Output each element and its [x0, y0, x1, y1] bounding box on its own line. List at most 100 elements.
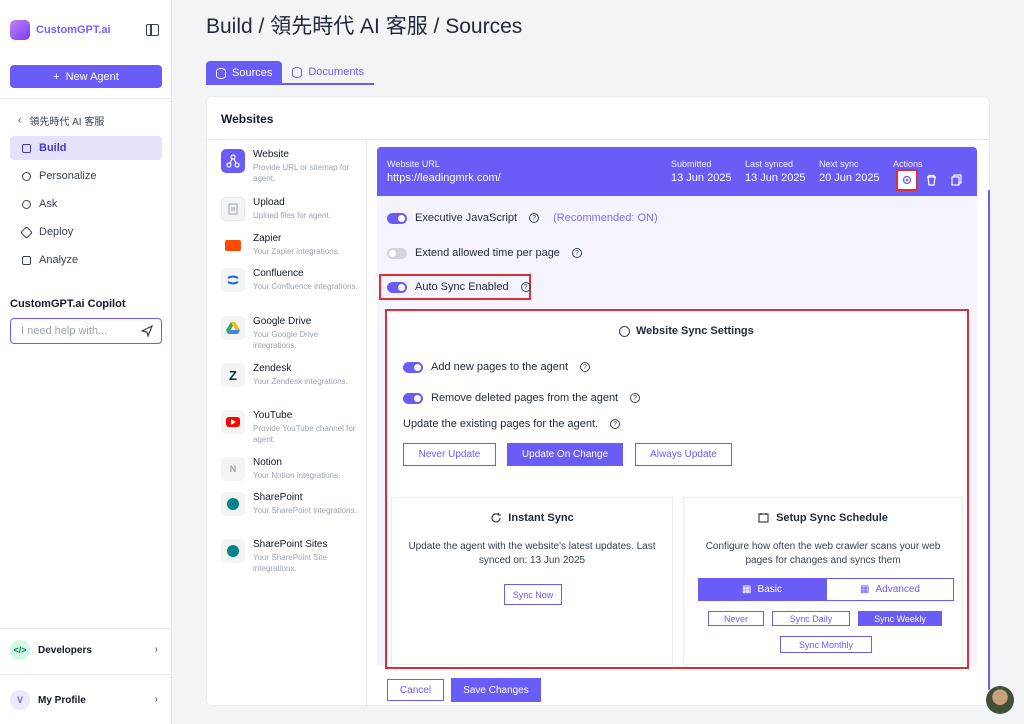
sidebar-item-ask[interactable]: Ask [10, 192, 162, 216]
exec-js-toggle[interactable] [387, 212, 407, 224]
help-icon[interactable]: ? [580, 362, 590, 372]
always-update-button[interactable]: Always Update [635, 443, 732, 466]
instant-sync-desc: Update the agent with the website's late… [408, 541, 656, 566]
sharepoint-sites-icon [221, 539, 245, 563]
zendesk-icon: Z [221, 363, 245, 387]
source-sharepoint[interactable]: SharePoint Your SharePoint integrations. [221, 492, 361, 516]
help-icon[interactable]: ? [520, 282, 531, 292]
submitted-col: Submitted 13 Jun 2025 [671, 159, 732, 184]
sync-settings-header: Website Sync Settings Add new pages to t… [387, 311, 967, 487]
sync-schedule-desc: Configure how often the web crawler scan… [705, 541, 941, 566]
tab-sources[interactable]: Sources [206, 61, 283, 85]
schedule-mode-advanced[interactable]: ▦ Advanced [826, 578, 954, 601]
source-google-drive[interactable]: Google Drive Your Google Drive integratio… [221, 316, 361, 351]
schedule-mode-basic[interactable]: ▦ Basic [698, 578, 826, 601]
plus-icon: + [53, 70, 60, 83]
source-zendesk[interactable]: Z Zendesk Your Zendesk integrations. [221, 363, 361, 387]
instant-sync-title: Instant Sync [392, 512, 672, 524]
next-sync-col: Next sync 20 Jun 2025 [819, 159, 880, 184]
source-confluence[interactable]: Confluence Your Confluence integrations. [221, 268, 361, 292]
update-on-change-button[interactable]: Update On Change [507, 443, 623, 466]
notion-icon: N [221, 457, 245, 481]
url-label: Website URL [387, 159, 440, 169]
source-upload[interactable]: Upload Upload files for agent. [221, 197, 361, 221]
source-notion[interactable]: N Notion Your Notion integrations. [221, 457, 361, 481]
source-youtube[interactable]: YouTube Provide YouTube channel for agent… [221, 410, 361, 445]
sync-never-option[interactable]: Never [708, 611, 764, 626]
source-name: Google Drive [253, 316, 312, 327]
developers-item[interactable]: </> Developers › [10, 638, 162, 662]
exec-js-label: Executive JavaScript [415, 212, 518, 224]
website-settings-panel: Website URL https://leadingmrk.com/ Subm… [377, 147, 977, 703]
last-synced-label: Last synced [745, 159, 794, 169]
chart-icon [22, 255, 31, 265]
never-update-button[interactable]: Never Update [403, 443, 496, 466]
source-name: SharePoint [253, 492, 303, 503]
tab-label: Documents [308, 66, 364, 78]
add-new-row: Add new pages to the agent ? [403, 361, 590, 373]
code-icon: </> [10, 640, 30, 660]
sidebar-item-label: Ask [39, 198, 58, 210]
tabs: Sources Documents [206, 61, 374, 85]
source-website[interactable]: Website Provide URL or sitemap for agent. [221, 149, 361, 184]
last-synced-date: 13 Jun 2025 [745, 172, 806, 184]
sidebar: CustomGPT.ai + New Agent ‹ 領先時代 AI 客服 Bu… [0, 0, 172, 724]
new-agent-button[interactable]: + New Agent [10, 65, 162, 88]
help-icon[interactable]: ? [529, 213, 540, 223]
sidebar-collapse-icon[interactable] [146, 24, 159, 36]
back-to-agent-link[interactable]: ‹ 領先時代 AI 客服 [18, 113, 104, 128]
next-sync-label: Next sync [819, 159, 859, 169]
sidebar-item-build[interactable]: Build [10, 136, 162, 160]
sidebar-item-label: Deploy [39, 226, 74, 238]
send-icon[interactable] [141, 325, 153, 337]
extend-time-toggle[interactable] [387, 247, 407, 259]
divider [0, 674, 172, 675]
source-zapier[interactable]: Zapier Your Zapier integrations. [221, 233, 361, 257]
upload-icon [221, 197, 245, 221]
auto-sync-toggle[interactable] [387, 281, 407, 293]
copilot-input[interactable]: I need help with... [10, 318, 162, 344]
source-name: Zendesk [253, 363, 292, 374]
sync-now-button[interactable]: Sync Now [504, 584, 562, 605]
sync-weekly-option[interactable]: Sync Weekly [858, 611, 942, 626]
save-changes-button[interactable]: Save Changes [451, 678, 541, 702]
cancel-button[interactable]: Cancel [387, 679, 444, 701]
submitted-label: Submitted [671, 159, 712, 169]
sidebar-item-analyze[interactable]: Analyze [10, 248, 162, 272]
remove-deleted-toggle[interactable] [403, 392, 423, 404]
trash-icon[interactable] [922, 171, 940, 189]
source-desc: Your Google Drive integrations. [253, 330, 319, 350]
help-icon[interactable]: ? [610, 419, 621, 429]
sync-daily-option[interactable]: Sync Daily [772, 611, 850, 626]
add-new-toggle[interactable] [403, 361, 423, 373]
developers-label: Developers [38, 644, 92, 656]
sidebar-item-personalize[interactable]: Personalize [10, 164, 162, 188]
sync-monthly-option[interactable]: Sync Monthly [780, 636, 872, 653]
divider [0, 628, 172, 629]
source-name: SharePoint Sites [253, 539, 328, 550]
extend-time-row: Extend allowed time per page ? [387, 247, 582, 259]
youtube-icon [221, 410, 245, 434]
website-header-bar: Website URL https://leadingmrk.com/ Subm… [377, 147, 977, 196]
source-desc: Your Zendesk integrations. [253, 377, 348, 386]
sync-schedule-title-text: Setup Sync Schedule [776, 512, 888, 524]
gear-icon[interactable] [896, 169, 918, 191]
source-sharepoint-sites[interactable]: SharePoint Sites Your SharePoint Site int… [221, 539, 361, 574]
help-icon[interactable]: ? [630, 393, 641, 403]
database-icon [216, 67, 226, 79]
brand[interactable]: CustomGPT.ai [10, 20, 111, 40]
sidebar-item-deploy[interactable]: Deploy [10, 220, 162, 244]
my-profile-item[interactable]: V My Profile › [10, 688, 162, 712]
scrollbar[interactable] [988, 190, 990, 690]
sharepoint-icon [221, 492, 245, 516]
source-name: Notion [253, 457, 282, 468]
page-title: Build / 領先時代 AI 客服 / Sources [206, 15, 523, 38]
copy-icon[interactable] [947, 171, 965, 189]
add-new-label: Add new pages to the agent [431, 361, 568, 373]
tab-documents[interactable]: Documents [282, 61, 374, 85]
brand-name: CustomGPT.ai [36, 24, 111, 36]
support-chat-avatar[interactable] [986, 686, 1014, 714]
website-url: https://leadingmrk.com/ [387, 172, 501, 184]
help-icon[interactable]: ? [571, 248, 582, 258]
actions-col: Actions [893, 159, 923, 169]
